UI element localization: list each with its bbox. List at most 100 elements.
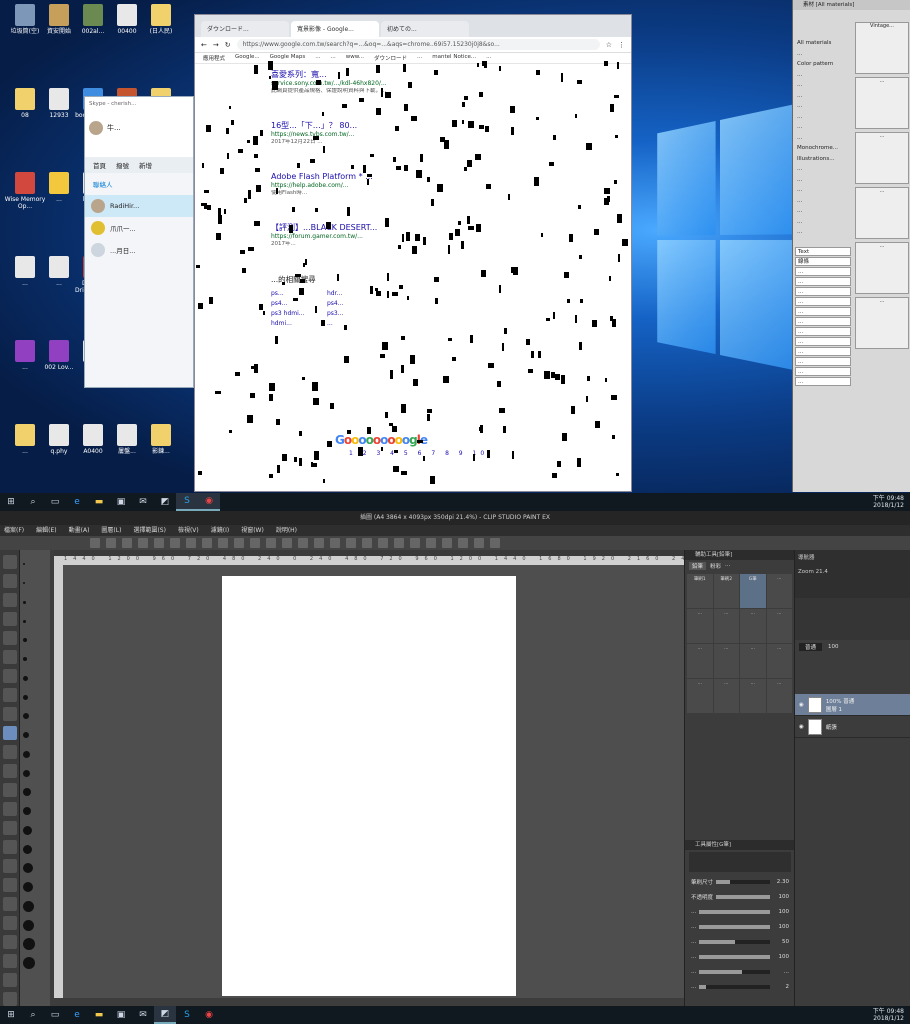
property-slider[interactable] xyxy=(699,969,770,974)
command-button[interactable] xyxy=(282,538,292,548)
navigator-panel[interactable]: 導航器 Zoom 21.4 xyxy=(795,550,910,598)
menu-item[interactable]: 濾鏡(I) xyxy=(211,525,229,536)
property-slider[interactable] xyxy=(699,984,770,989)
result-title-link[interactable]: Adobe Flash Platform * ... xyxy=(271,172,615,182)
brush-preset[interactable]: ... xyxy=(687,609,713,643)
material-tree-item[interactable]: ... xyxy=(797,164,851,175)
layer-opacity[interactable]: 100 xyxy=(828,644,839,650)
start-icon[interactable]: ⊞ xyxy=(0,493,22,511)
related-link[interactable]: ps3 hdmi... xyxy=(271,310,327,317)
material-tree-item[interactable]: ... xyxy=(797,185,851,196)
material-tag[interactable]: ... xyxy=(795,357,851,366)
skype-contact[interactable]: ...月日... xyxy=(85,239,193,261)
tool-icon[interactable] xyxy=(2,897,17,911)
desktop-icon[interactable]: (日人民) xyxy=(140,4,182,35)
tool-icon[interactable] xyxy=(2,859,17,873)
skype-window[interactable]: Skype - cherish... 牛... 首頁 撥號 新增 聯絡人 Rad… xyxy=(84,96,194,388)
property-row[interactable]: ... 100 xyxy=(685,949,795,964)
tool-icon[interactable] xyxy=(2,783,17,797)
start-icon[interactable]: ⊞ xyxy=(0,1006,22,1024)
property-slider[interactable] xyxy=(699,939,770,944)
brush-size-preset[interactable] xyxy=(23,844,47,854)
tool-icon[interactable] xyxy=(2,555,17,569)
menu-item[interactable]: 檔案(F) xyxy=(4,525,24,536)
property-row[interactable]: 筆刷尺寸 2.30 xyxy=(685,874,795,889)
command-button[interactable] xyxy=(426,538,436,548)
chrome-taskbar-icon[interactable]: ◉ xyxy=(198,493,220,511)
skype-nav-home[interactable]: 首頁 xyxy=(93,160,106,170)
bookmark-item[interactable]: mantel Notice... xyxy=(432,54,476,62)
sub-tool-panel[interactable]: 輔助工具[鉛筆] 鉛筆 粉彩 ... 筆刷1 筆刷2 G筆.............… xyxy=(684,550,795,1010)
clock[interactable]: 下午 09:48 2018/1/12 xyxy=(873,1008,910,1022)
material-tag[interactable]: ... xyxy=(795,277,851,286)
command-button[interactable] xyxy=(410,538,420,548)
menu-item[interactable]: 圖層(L) xyxy=(101,525,121,536)
search-icon[interactable]: ⌕ xyxy=(22,1006,44,1024)
property-row[interactable]: ... 100 xyxy=(685,919,795,934)
bookmark-item[interactable]: ... xyxy=(331,54,336,62)
skype-nav-add[interactable]: 新增 xyxy=(139,160,152,170)
tool-icon[interactable] xyxy=(2,840,17,854)
canvas-area[interactable]: 1440 1200 960 720 480 240 0 240 480 720 … xyxy=(54,550,684,998)
material-tree-item[interactable]: ... xyxy=(797,122,851,133)
brush-preset[interactable]: 筆刷2 xyxy=(713,574,739,608)
tool-icon[interactable] xyxy=(2,764,17,778)
material-tag[interactable]: ... xyxy=(795,307,851,316)
star-icon[interactable]: ☆ xyxy=(606,41,612,49)
brush-preset[interactable]: ... xyxy=(687,679,713,713)
color-panel[interactable] xyxy=(795,598,910,640)
skype-section[interactable]: 聯絡人 xyxy=(85,173,193,195)
material-tag[interactable]: Text xyxy=(795,247,851,256)
brush-preset[interactable]: 筆刷1 xyxy=(687,574,713,608)
command-button[interactable] xyxy=(250,538,260,548)
store-icon[interactable]: ▣ xyxy=(110,493,132,511)
property-value[interactable]: ... xyxy=(773,969,789,975)
skype-taskbar-icon[interactable]: S xyxy=(176,493,198,511)
bookmark-item[interactable]: www... xyxy=(346,54,364,62)
material-tag[interactable]: ... xyxy=(795,337,851,346)
tool-icon[interactable] xyxy=(2,916,17,930)
brush-size-preset[interactable] xyxy=(23,730,47,740)
app-icon[interactable]: ◩ xyxy=(154,493,176,511)
browser-tab-active[interactable]: 寬景影像 - Google... xyxy=(291,21,379,37)
tool-icon[interactable] xyxy=(2,669,17,683)
property-value[interactable]: 2 xyxy=(773,984,790,990)
command-button[interactable] xyxy=(138,538,148,548)
brush-size-preset[interactable] xyxy=(23,616,47,626)
menu-item[interactable]: 說明(H) xyxy=(276,525,297,536)
brush-size-preset[interactable] xyxy=(23,863,47,873)
skype-contact[interactable]: RadiHir... xyxy=(85,195,193,217)
command-button[interactable] xyxy=(330,538,340,548)
store-icon[interactable]: ▣ xyxy=(110,1006,132,1024)
bookmark-item[interactable]: ダウンロード xyxy=(374,54,407,62)
tool-icon[interactable] xyxy=(2,802,17,816)
clock[interactable]: 下午 09:48 2018/1/12 xyxy=(873,495,910,509)
search-icon[interactable]: ⌕ xyxy=(22,493,44,511)
brush-size-preset[interactable] xyxy=(23,919,47,931)
material-tree-item[interactable]: Illustrations... xyxy=(797,154,851,165)
property-slider[interactable] xyxy=(699,924,770,929)
bookmark-item[interactable]: Google... xyxy=(235,54,260,62)
bookmark-item[interactable]: ... xyxy=(417,54,422,62)
property-value[interactable]: 100 xyxy=(773,924,790,930)
command-button[interactable] xyxy=(154,538,164,548)
forward-icon[interactable]: → xyxy=(213,41,219,49)
desktop-icon[interactable]: 影鍊... xyxy=(140,424,182,455)
menu-item[interactable]: 選擇範圍(S) xyxy=(133,525,166,536)
brush-preset[interactable]: ... xyxy=(766,644,792,678)
material-thumb[interactable]: ... xyxy=(855,242,909,294)
command-button[interactable] xyxy=(170,538,180,548)
menu-item[interactable]: 編輯(E) xyxy=(36,525,56,536)
menu-item[interactable]: 視窗(W) xyxy=(241,525,264,536)
brush-size-preset[interactable] xyxy=(23,957,47,969)
layer-row[interactable]: ◉ 100% 普通 圖層 1 xyxy=(795,694,910,716)
browser-tab[interactable]: 初めての... xyxy=(381,21,469,37)
property-row[interactable]: ... 50 xyxy=(685,934,795,949)
tool-icon[interactable] xyxy=(2,992,17,1006)
material-tag[interactable]: ... xyxy=(795,287,851,296)
layer-row[interactable]: ◉ 紙張 xyxy=(795,716,910,738)
material-tree-item[interactable]: All materials xyxy=(797,38,851,49)
browser-tab[interactable]: ダウンロード... xyxy=(201,21,289,37)
property-value[interactable]: 50 xyxy=(773,939,789,945)
avatar[interactable] xyxy=(89,121,103,135)
